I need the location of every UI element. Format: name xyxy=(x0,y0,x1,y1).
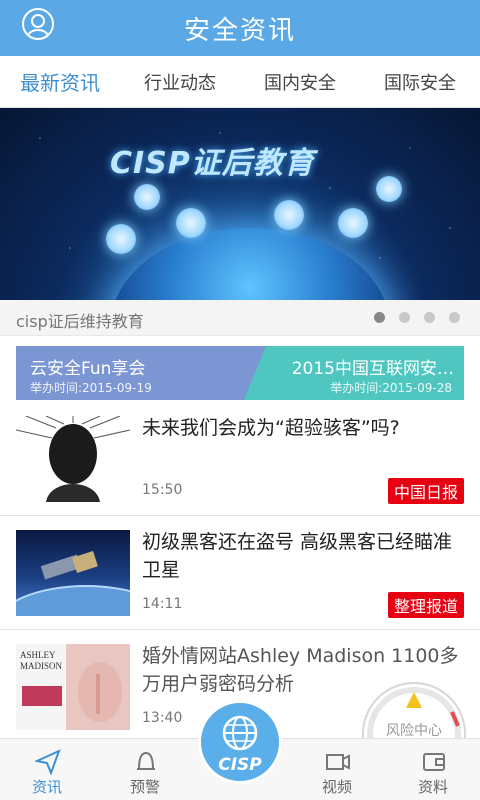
chart-icon xyxy=(134,184,160,210)
news-item[interactable]: 初级黑客还在盗号 高级黑客已经瞄准卫星 14:11 整理报道 xyxy=(0,516,480,630)
category-tabs: 最新资讯 行业动态 国内安全 国际安全 xyxy=(0,56,480,108)
thumb-brand-line2: MADISON xyxy=(20,661,63,671)
tab-latest-news[interactable]: 最新资讯 xyxy=(0,67,120,96)
cisp-label: CISP xyxy=(218,755,262,775)
news-thumbnail: ASHLEY MADISON xyxy=(16,644,130,730)
event-time: 举办时间:2015-09-28 xyxy=(330,381,452,395)
app-header: 安全资讯 xyxy=(0,0,480,56)
news-item[interactable]: 未来我们会成为“超验骇客”吗? 15:50 中国日报 xyxy=(0,402,480,516)
page-title: 安全资讯 xyxy=(183,15,296,46)
risk-center-label: 风险中心 xyxy=(386,723,442,739)
event-name: 云安全Fun享会 xyxy=(30,359,146,379)
news-time: 13:40 xyxy=(142,710,183,726)
news-time: 14:11 xyxy=(142,596,183,612)
chat-icon xyxy=(106,224,136,254)
image-icon xyxy=(338,208,368,238)
news-thumbnail xyxy=(16,416,130,502)
news-time: 15:50 xyxy=(142,482,183,498)
event-card-cloud-security[interactable]: 云安全Fun享会 举办时间:2015-09-19 xyxy=(16,346,278,400)
thumb-brand-line1: ASHLEY xyxy=(20,650,56,660)
carousel-indicators xyxy=(374,312,460,323)
paper-plane-icon xyxy=(35,749,61,775)
news-thumbnail xyxy=(16,530,130,616)
event-name: 2015中国互联网安… xyxy=(291,359,454,379)
cisp-home-button[interactable]: CISP xyxy=(198,700,282,784)
news-title: 未来我们会成为“超验骇客”吗? xyxy=(142,417,400,439)
gear-icon xyxy=(176,208,206,238)
nav-label: 资料 xyxy=(417,778,448,796)
tab-industry[interactable]: 行业动态 xyxy=(120,69,240,95)
event-card-internet-security[interactable]: 2015中国互联网安… 举办时间:2015-09-28 xyxy=(244,346,464,400)
carousel-dot[interactable] xyxy=(399,312,410,323)
tab-domestic-security[interactable]: 国内安全 xyxy=(240,69,360,95)
nav-label: 预警 xyxy=(129,778,160,796)
user-icon[interactable] xyxy=(22,8,54,40)
banner-carousel[interactable]: CISP证后教育 xyxy=(0,108,480,300)
banner-caption: cisp证后维持教育 xyxy=(16,312,144,331)
news-title: 初级黑客还在盗号 高级黑客已经瞄准卫星 xyxy=(142,531,453,581)
nav-resources[interactable]: 资料 xyxy=(388,739,478,800)
carousel-dot[interactable] xyxy=(449,312,460,323)
news-source-badge: 中国日报 xyxy=(387,478,464,504)
tab-international-security[interactable]: 国际安全 xyxy=(360,69,480,95)
nav-label: 视频 xyxy=(321,778,352,796)
banner-title: CISP证后教育 xyxy=(110,146,315,181)
wallet-icon xyxy=(423,753,445,771)
nav-label: 资讯 xyxy=(31,778,62,796)
banner-caption-bar: cisp证后维持教育 xyxy=(0,300,480,336)
news-source-badge: 整理报道 xyxy=(387,592,464,618)
event-time: 举办时间:2015-09-19 xyxy=(30,381,152,395)
video-icon xyxy=(326,754,350,770)
mail-icon xyxy=(274,200,304,230)
carousel-dot[interactable] xyxy=(374,312,385,323)
clock-icon xyxy=(376,176,402,202)
nav-news[interactable]: 资讯 xyxy=(2,739,92,800)
bell-icon xyxy=(137,751,155,770)
nav-alert[interactable]: 预警 xyxy=(100,739,190,800)
nav-video[interactable]: 视频 xyxy=(292,739,382,800)
carousel-dot[interactable] xyxy=(424,312,435,323)
